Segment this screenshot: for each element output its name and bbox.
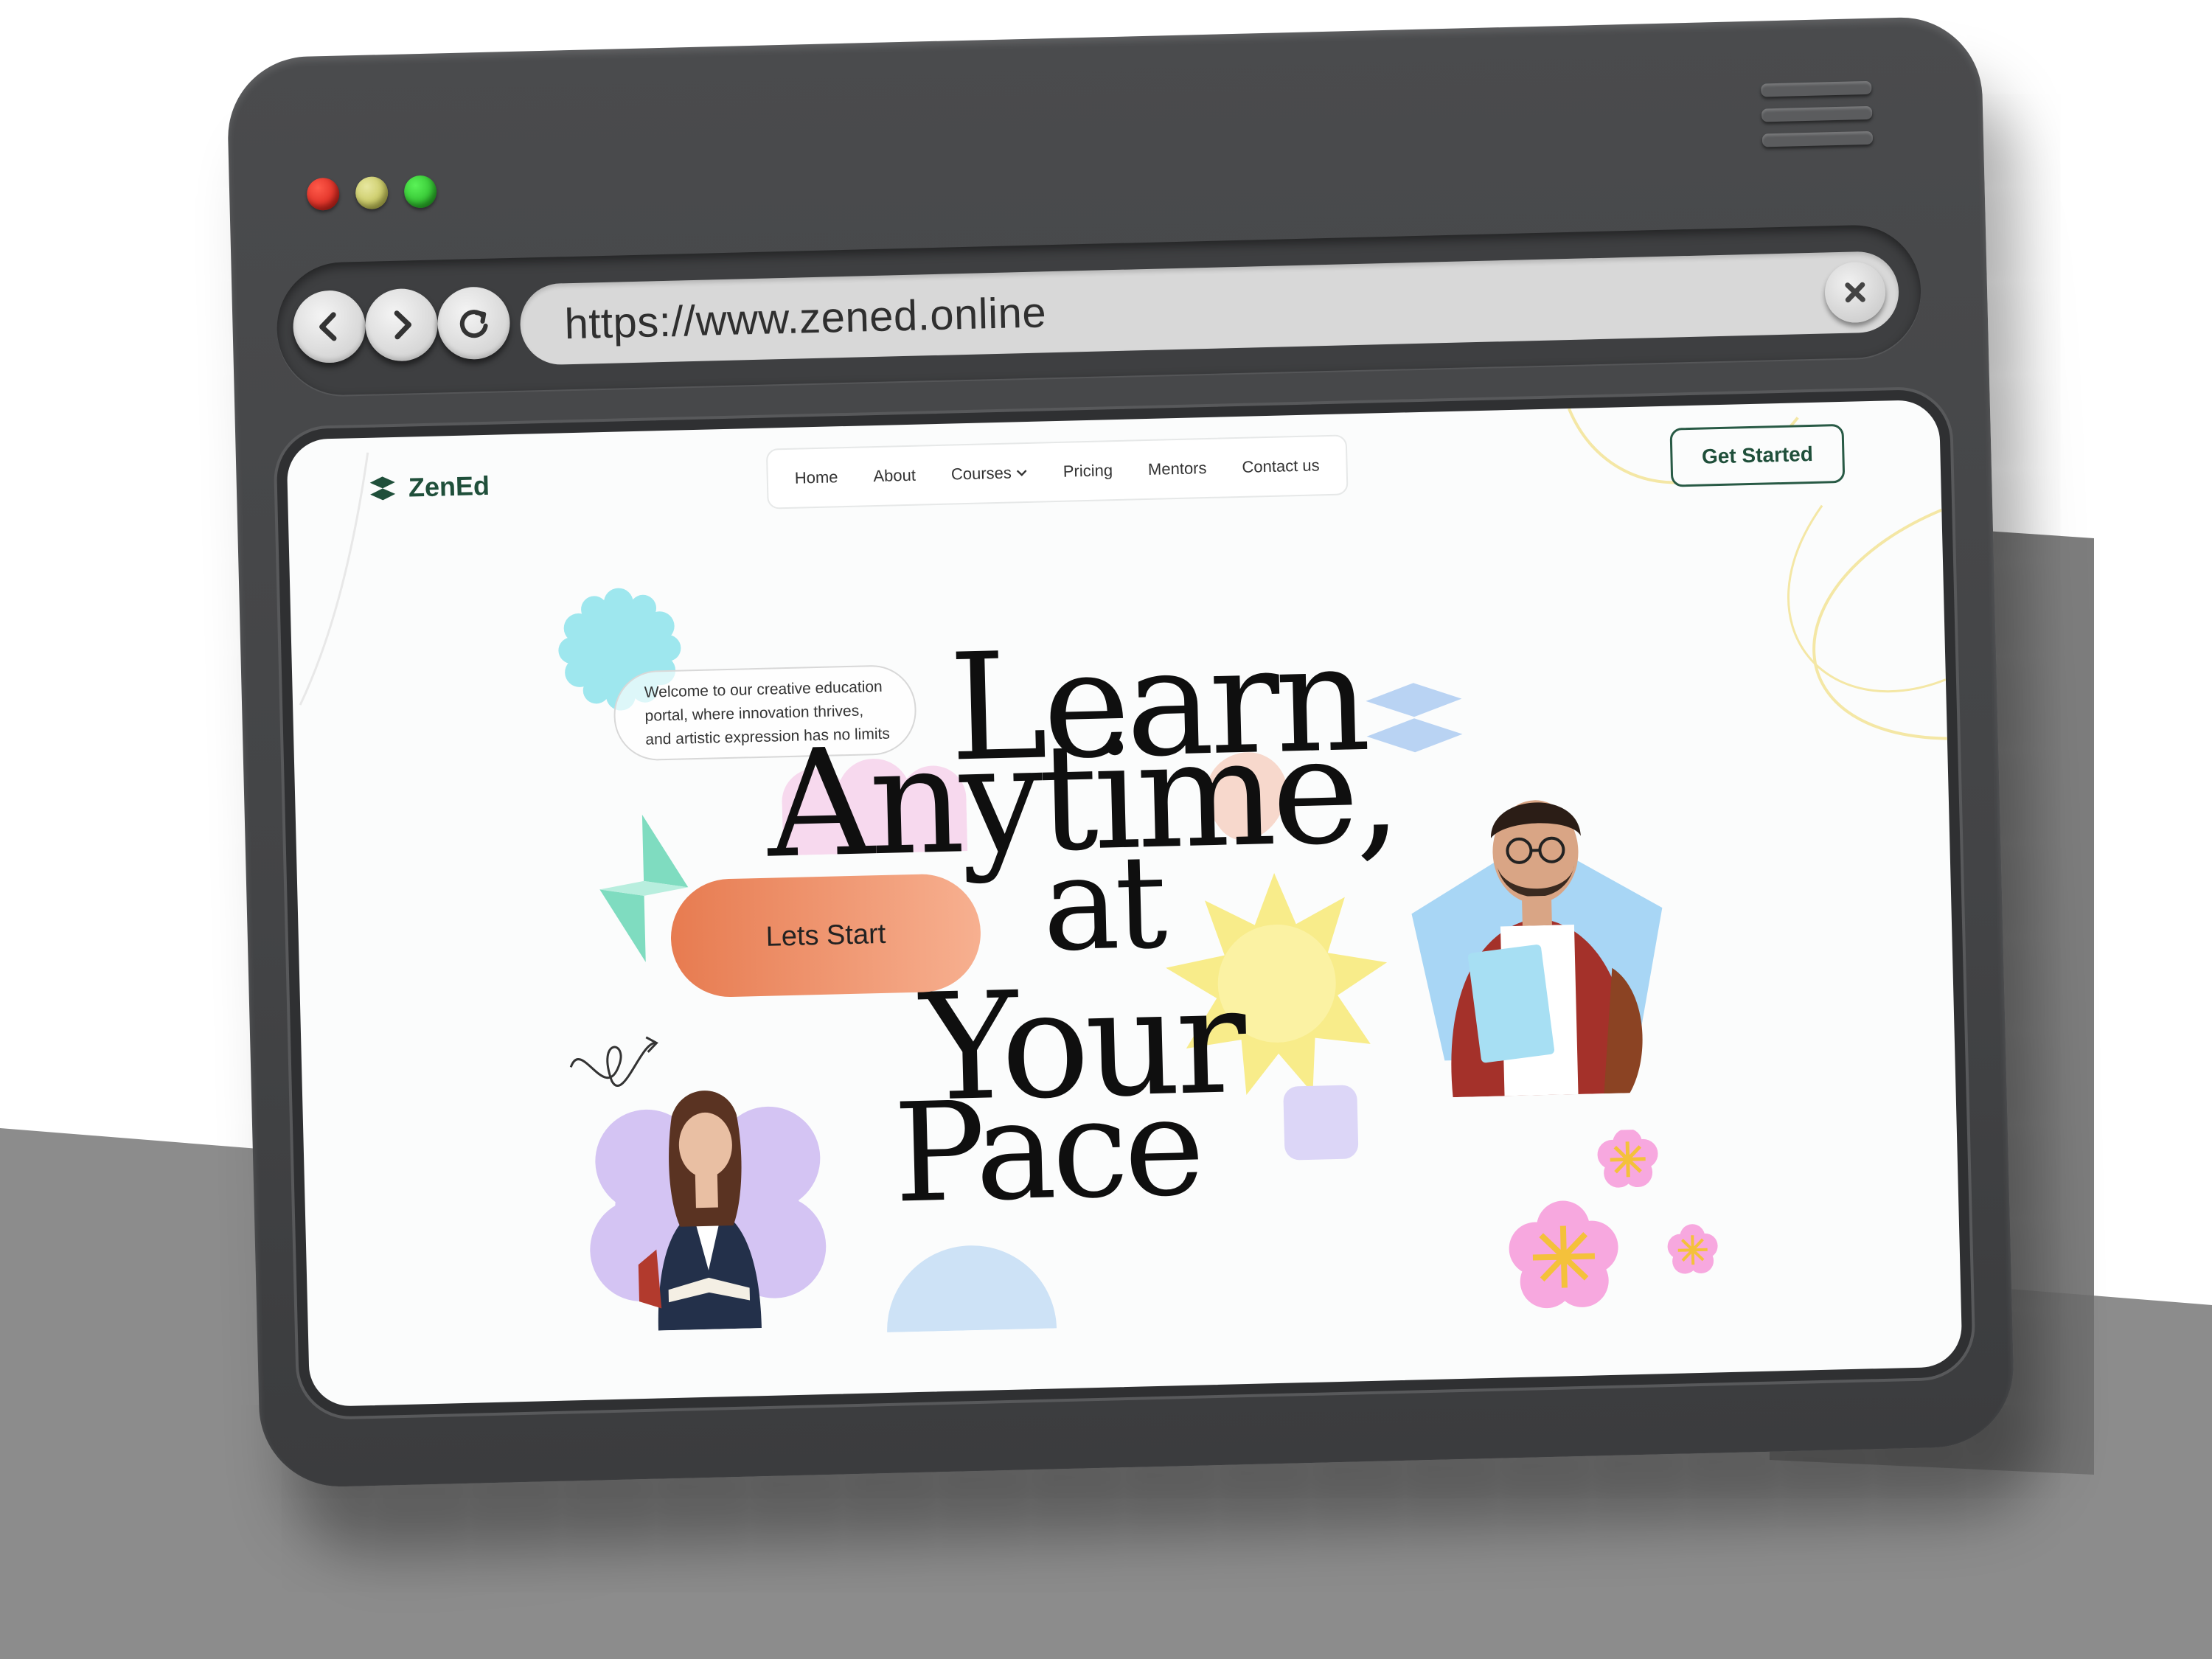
- nav-about[interactable]: About: [873, 466, 916, 486]
- reload-icon: [459, 310, 488, 338]
- lavender-shape: [1283, 1085, 1359, 1161]
- get-started-button[interactable]: Get Started: [1669, 423, 1846, 487]
- browser-toolbar: https://www.zened.online: [275, 223, 1923, 397]
- browser-window: https://www.zened.online ZenEd Home Abou…: [226, 15, 2016, 1489]
- hero-line-5: Pace: [891, 1066, 1203, 1234]
- nav-contact[interactable]: Contact us: [1242, 456, 1320, 477]
- nav-courses[interactable]: Courses: [951, 463, 1029, 484]
- reload-button[interactable]: [437, 286, 511, 361]
- browser-menu-icon[interactable]: [1761, 80, 1874, 147]
- close-icon: [1845, 282, 1865, 303]
- clear-url-button[interactable]: [1824, 261, 1887, 324]
- url-text: https://www.zened.online: [563, 288, 1047, 348]
- close-window-button[interactable]: [306, 177, 340, 211]
- nav-home[interactable]: Home: [794, 467, 838, 487]
- maximize-window-button[interactable]: [403, 175, 437, 209]
- address-bar[interactable]: https://www.zened.online: [519, 251, 1900, 366]
- nav-courses-label: Courses: [950, 463, 1012, 484]
- chevron-down-icon: [1016, 470, 1027, 476]
- brand-name: ZenEd: [408, 470, 490, 503]
- pink-flowers: [1509, 1128, 1718, 1309]
- site-logo[interactable]: ZenEd: [368, 470, 490, 504]
- minimize-window-button[interactable]: [355, 176, 389, 210]
- lets-start-button[interactable]: Lets Start: [669, 872, 982, 998]
- nav-mentors[interactable]: Mentors: [1148, 459, 1207, 479]
- web-page-viewport: ZenEd Home About Courses Pricing Mentors…: [275, 389, 1974, 1418]
- student-man-photo: [1411, 800, 1663, 1098]
- window-controls: [306, 175, 437, 211]
- chevron-left-icon: [319, 312, 337, 341]
- forward-button[interactable]: [364, 288, 439, 362]
- blue-arch-shape: [887, 1245, 1057, 1332]
- back-button[interactable]: [292, 289, 366, 364]
- chevron-right-icon: [394, 310, 412, 340]
- student-woman-photo: [590, 1091, 827, 1331]
- logo-icon: [369, 476, 396, 501]
- nav-pricing[interactable]: Pricing: [1062, 461, 1113, 481]
